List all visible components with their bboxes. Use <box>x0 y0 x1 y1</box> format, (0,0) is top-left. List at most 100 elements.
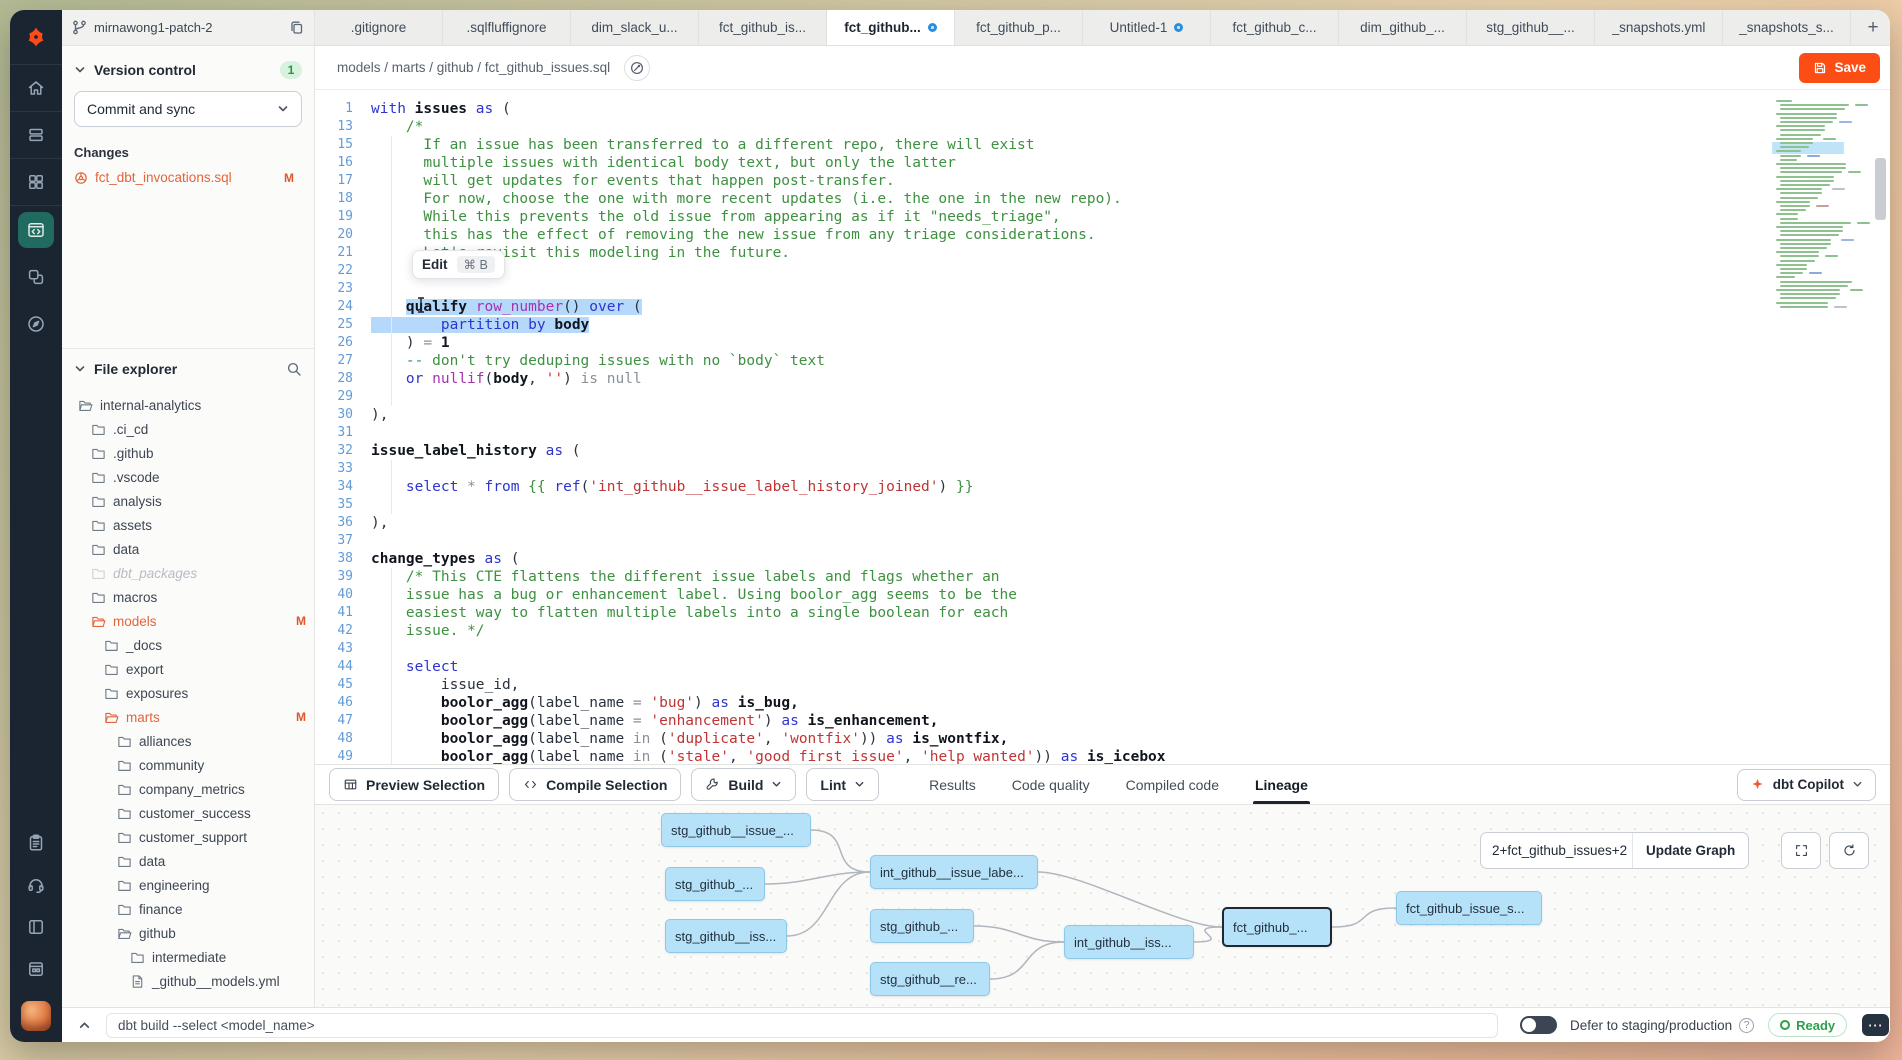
code-line-23[interactable]: 23 <box>315 280 1890 298</box>
tree-item-github-models-yml[interactable]: _github__models.yml <box>62 969 314 993</box>
rail-organization-button[interactable] <box>10 948 62 990</box>
defer-help-icon[interactable]: ? <box>1739 1018 1754 1033</box>
tree-item-finance[interactable]: finance <box>62 897 314 921</box>
ready-status-badge[interactable]: Ready <box>1768 1013 1847 1037</box>
lint-button[interactable]: Lint <box>806 768 879 801</box>
rail-docs-button[interactable] <box>10 906 62 948</box>
code-line-41[interactable]: 41 easiest way to flatten multiple label… <box>315 604 1890 622</box>
tab-fct-github-p[interactable]: fct_github_p... <box>955 10 1083 45</box>
rail-environments-button[interactable] <box>10 112 62 159</box>
code-line-43[interactable]: 43 <box>315 640 1890 658</box>
scrollbar-thumb[interactable] <box>1875 158 1886 220</box>
user-avatar-button[interactable] <box>10 990 62 1042</box>
tab-dim-github[interactable]: dim_github_... <box>1339 10 1467 45</box>
tab-untitled-1[interactable]: Untitled-1 <box>1083 10 1211 45</box>
code-line-47[interactable]: 47 boolor_agg(label_name = 'enhancement'… <box>315 712 1890 730</box>
dbt-logo[interactable] <box>10 10 62 65</box>
fullscreen-button[interactable] <box>1781 832 1821 869</box>
tab-code-quality[interactable]: Code quality <box>1012 765 1090 804</box>
code-line-42[interactable]: 42 issue. */ <box>315 622 1890 640</box>
tree-item-dim-github-users-sql[interactable]: dim_github__users.sql <box>62 993 314 995</box>
tab-fct-github-c[interactable]: fct_github_c... <box>1211 10 1339 45</box>
new-tab-button[interactable]: + <box>1851 10 1890 45</box>
code-line-49[interactable]: 49 boolor_agg(label_name in ('stale', 'g… <box>315 748 1890 764</box>
code-line-40[interactable]: 40 issue has a bug or enhancement label.… <box>315 586 1890 604</box>
copy-file-path-button[interactable] <box>624 55 650 81</box>
code-line-24[interactable]: 24 qualify row_number() over ( <box>315 298 1890 316</box>
tree-item-models[interactable]: modelsM <box>62 609 314 633</box>
code-line-19[interactable]: 19 While this prevents the old issue fro… <box>315 208 1890 226</box>
tab-gitignore[interactable]: .gitignore <box>315 10 443 45</box>
tree-item-ci-cd[interactable]: .ci_cd <box>62 417 314 441</box>
code-line-39[interactable]: 39 /* This CTE flattens the different is… <box>315 568 1890 586</box>
tree-item-analysis[interactable]: analysis <box>62 489 314 513</box>
tree-item-docs[interactable]: _docs <box>62 633 314 657</box>
code-line-27[interactable]: 27 -- don't try deduping issues with no … <box>315 352 1890 370</box>
code-line-46[interactable]: 46 boolor_agg(label_name = 'bug') as is_… <box>315 694 1890 712</box>
code-line-35[interactable]: 35 <box>315 496 1890 514</box>
tree-item-community[interactable]: community <box>62 753 314 777</box>
update-graph-button[interactable]: Update Graph <box>1633 833 1748 868</box>
tab-sqlfluffignore[interactable]: .sqlfluffignore <box>443 10 571 45</box>
tree-item-assets[interactable]: assets <box>62 513 314 537</box>
code-line-45[interactable]: 45 issue_id, <box>315 676 1890 694</box>
tree-item-vscode[interactable]: .vscode <box>62 465 314 489</box>
code-line-38[interactable]: 38change_types as ( <box>315 550 1890 568</box>
version-control-header[interactable]: Version control 1 <box>62 46 314 89</box>
tree-item-marts[interactable]: martsM <box>62 705 314 729</box>
save-button[interactable]: Save <box>1799 53 1880 83</box>
tree-item-github[interactable]: .github <box>62 441 314 465</box>
code-line-1[interactable]: 1with issues as ( <box>315 100 1890 118</box>
more-options-button[interactable]: ⋯ <box>1862 1014 1889 1036</box>
commit-and-sync-button[interactable]: Commit and sync <box>74 91 302 127</box>
code-line-34[interactable]: 34 select * from {{ ref('int_github__iss… <box>315 478 1890 496</box>
tree-item-engineering[interactable]: engineering <box>62 873 314 897</box>
code-line-36[interactable]: 36), <box>315 514 1890 532</box>
compile-selection-button[interactable]: Compile Selection <box>509 768 681 801</box>
code-line-21[interactable]: 21 Let's revisit this modeling in the fu… <box>315 244 1890 262</box>
tree-item-customer-success[interactable]: customer_success <box>62 801 314 825</box>
code-line-16[interactable]: 16 multiple issues with identical body t… <box>315 154 1890 172</box>
tree-item-internal-analytics[interactable]: internal-analytics <box>62 393 314 417</box>
code-line-33[interactable]: 33 <box>315 460 1890 478</box>
rail-explore-button[interactable] <box>10 300 62 347</box>
code-line-37[interactable]: 37 <box>315 532 1890 550</box>
lineage-node-fct-github-issue-s[interactable]: fct_github_issue_s... <box>1396 891 1542 925</box>
tab-stg-github[interactable]: stg_github__... <box>1467 10 1595 45</box>
code-line-29[interactable]: 29 <box>315 388 1890 406</box>
tree-item-data[interactable]: data <box>62 849 314 873</box>
code-line-15[interactable]: 15 If an issue has been transferred to a… <box>315 136 1890 154</box>
preview-selection-button[interactable]: Preview Selection <box>329 768 499 801</box>
code-line-20[interactable]: 20 this has the effect of removing the n… <box>315 226 1890 244</box>
tree-item-alliances[interactable]: alliances <box>62 729 314 753</box>
code-line-26[interactable]: 26 ) = 1 <box>315 334 1890 352</box>
code-line-25[interactable]: 25 partition by body <box>315 316 1890 334</box>
code-line-13[interactable]: 13 /* <box>315 118 1890 136</box>
collapse-command-bar-button[interactable] <box>62 1019 106 1032</box>
code-line-22[interactable]: 22 <box>315 262 1890 280</box>
lineage-node-fct-github[interactable]: fct_github_... <box>1222 907 1332 947</box>
refresh-graph-button[interactable] <box>1829 832 1869 869</box>
lineage-node-stg-github[interactable]: stg_github_... <box>665 867 765 901</box>
code-line-48[interactable]: 48 boolor_agg(label_name in ('duplicate'… <box>315 730 1890 748</box>
code-line-31[interactable]: 31 <box>315 424 1890 442</box>
tab-results[interactable]: Results <box>929 765 976 804</box>
rail-home-button[interactable] <box>10 65 62 112</box>
tree-item-company-metrics[interactable]: company_metrics <box>62 777 314 801</box>
tab-dim-slack-u[interactable]: dim_slack_u... <box>571 10 699 45</box>
lineage-node-stg-github[interactable]: stg_github_... <box>870 909 974 943</box>
rail-tasks-button[interactable] <box>10 822 62 864</box>
tab-snapshots-s[interactable]: _snapshots_s... <box>1723 10 1851 45</box>
rail-support-button[interactable] <box>10 864 62 906</box>
code-line-28[interactable]: 28 or nullif(body, '') is null <box>315 370 1890 388</box>
tree-item-exposures[interactable]: exposures <box>62 681 314 705</box>
lineage-node-int-github-issue-labe[interactable]: int_github__issue_labe... <box>870 855 1038 889</box>
code-line-30[interactable]: 30), <box>315 406 1890 424</box>
code-surface[interactable]: 1with issues as (13 /*15 If an issue has… <box>315 90 1890 764</box>
copy-branch-icon[interactable] <box>289 20 304 35</box>
tree-item-macros[interactable]: macros <box>62 585 314 609</box>
dbt-copilot-button[interactable]: dbt Copilot <box>1737 769 1876 801</box>
branch-bar[interactable]: mirnawong1-patch-2 <box>62 10 314 46</box>
tree-item-customer-support[interactable]: customer_support <box>62 825 314 849</box>
rail-compare-button[interactable] <box>10 253 62 300</box>
